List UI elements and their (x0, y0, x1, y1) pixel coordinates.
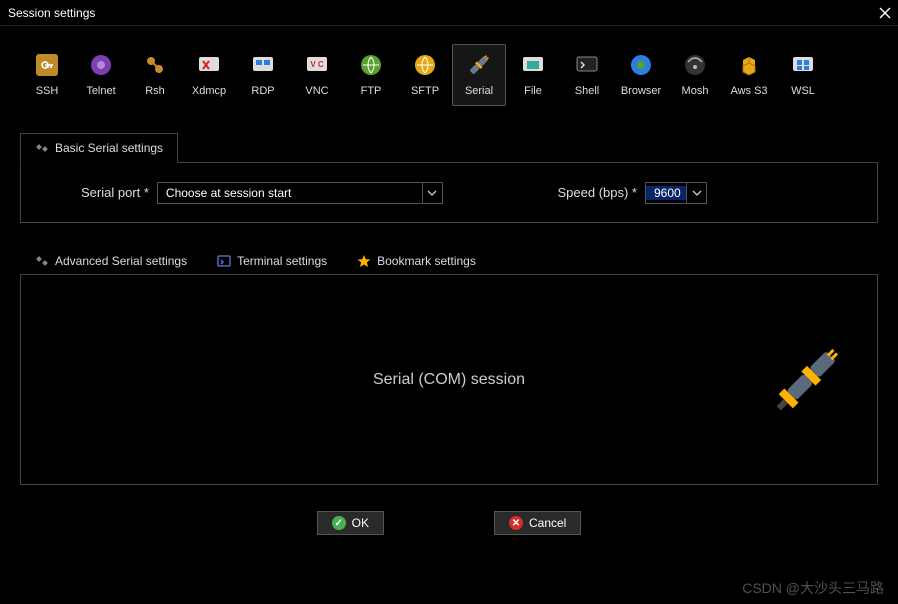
tab-terminal-settings[interactable]: Terminal settings (202, 246, 342, 275)
tab-advanced-serial-settings[interactable]: Advanced Serial settings (20, 246, 202, 275)
protocol-xdmcp[interactable]: Xdmcp (182, 44, 236, 106)
protocol-telnet[interactable]: Telnet (74, 44, 128, 106)
protocol-rdp[interactable]: RDP (236, 44, 290, 106)
protocol-file[interactable]: File (506, 44, 560, 106)
speed-dropdown[interactable]: 9600 (645, 182, 707, 204)
serial-port-dropdown[interactable]: Choose at session start (157, 182, 443, 204)
serial-port-field: Serial port * Choose at session start (81, 182, 443, 204)
svg-text:V C: V C (310, 60, 324, 69)
sftp-icon (411, 51, 439, 79)
protocol-browser[interactable]: Browser (614, 44, 668, 106)
title-bar: Session settings (0, 0, 898, 26)
watermark: CSDN @大沙头三马路 (742, 578, 884, 598)
chevron-down-icon (686, 182, 706, 204)
speed-field: Speed (bps) * 9600 (558, 182, 708, 204)
protocol-sftp[interactable]: SFTP (398, 44, 452, 106)
browser-icon (627, 51, 655, 79)
protocol-label: VNC (305, 85, 328, 97)
ok-label: OK (352, 516, 369, 530)
speed-label: Speed (bps) * (558, 185, 638, 200)
check-icon: ✓ (332, 516, 346, 530)
basic-tabbar: Basic Serial settings (20, 132, 878, 163)
protocol-label: Mosh (682, 85, 709, 97)
protocol-wsl[interactable]: WSL (776, 44, 830, 106)
protocol-label: RDP (251, 85, 274, 97)
star-icon (357, 254, 371, 268)
protocol-label: Serial (465, 85, 493, 97)
tab-bookmark-settings[interactable]: Bookmark settings (342, 246, 491, 275)
protocol-label: Rsh (145, 85, 165, 97)
protocol-label: Shell (575, 85, 599, 97)
protocol-awss3[interactable]: Aws S3 (722, 44, 776, 106)
rdp-icon (249, 51, 277, 79)
protocol-label: Browser (621, 85, 661, 97)
tab-label: Bookmark settings (377, 254, 476, 268)
basic-settings-group: Serial port * Choose at session start Sp… (20, 163, 878, 223)
window-title: Session settings (8, 6, 95, 20)
protocol-vnc[interactable]: V C VNC (290, 44, 344, 106)
protocol-rsh[interactable]: Rsh (128, 44, 182, 106)
vnc-icon: V C (303, 51, 331, 79)
cancel-label: Cancel (529, 516, 566, 530)
protocol-label: WSL (791, 85, 815, 97)
aws-icon (735, 51, 763, 79)
protocol-serial[interactable]: Serial (452, 44, 506, 106)
protocol-label: Xdmcp (192, 85, 226, 97)
chevron-down-icon (422, 182, 442, 204)
mosh-icon (681, 51, 709, 79)
serial-port-label: Serial port * (81, 185, 149, 200)
tab-basic-label: Basic Serial settings (55, 141, 163, 155)
protocol-label: SFTP (411, 85, 439, 97)
protocol-label: File (524, 85, 542, 97)
key-icon (33, 51, 61, 79)
serial-small-icon (35, 254, 49, 268)
rsh-icon (141, 51, 169, 79)
close-icon[interactable] (878, 6, 892, 20)
session-preview-panel: Serial (COM) session (20, 275, 878, 485)
tab-basic-serial[interactable]: Basic Serial settings (20, 133, 178, 163)
protocol-shell[interactable]: Shell (560, 44, 614, 106)
protocol-label: FTP (361, 85, 382, 97)
speed-value: 9600 (646, 186, 686, 200)
protocol-ssh[interactable]: SSH (20, 44, 74, 106)
protocol-label: Aws S3 (730, 85, 767, 97)
dialog-footer: ✓ OK ✕ Cancel (20, 511, 878, 535)
advanced-tabbar: Advanced Serial settings Terminal setting… (20, 245, 878, 275)
file-icon (519, 51, 547, 79)
serial-small-icon (35, 141, 49, 155)
tab-label: Terminal settings (237, 254, 327, 268)
ok-button[interactable]: ✓ OK (317, 511, 384, 535)
tab-label: Advanced Serial settings (55, 254, 187, 268)
serial-plug-icon (767, 340, 847, 420)
telnet-icon (87, 51, 115, 79)
protocol-list: SSH Telnet Rsh Xdmcp RDP V C VNC FTP SFTP Serial F… (20, 44, 878, 106)
wsl-icon (789, 51, 817, 79)
protocol-ftp[interactable]: FTP (344, 44, 398, 106)
protocol-label: Telnet (86, 85, 115, 97)
ftp-icon (357, 51, 385, 79)
cancel-button[interactable]: ✕ Cancel (494, 511, 581, 535)
protocol-mosh[interactable]: Mosh (668, 44, 722, 106)
protocol-label: SSH (36, 85, 59, 97)
x-icon: ✕ (509, 516, 523, 530)
terminal-small-icon (217, 254, 231, 268)
serial-port-value: Choose at session start (158, 186, 422, 200)
shell-icon (573, 51, 601, 79)
serial-icon (465, 51, 493, 79)
session-caption: Serial (COM) session (373, 371, 525, 389)
xdmcp-icon (195, 51, 223, 79)
